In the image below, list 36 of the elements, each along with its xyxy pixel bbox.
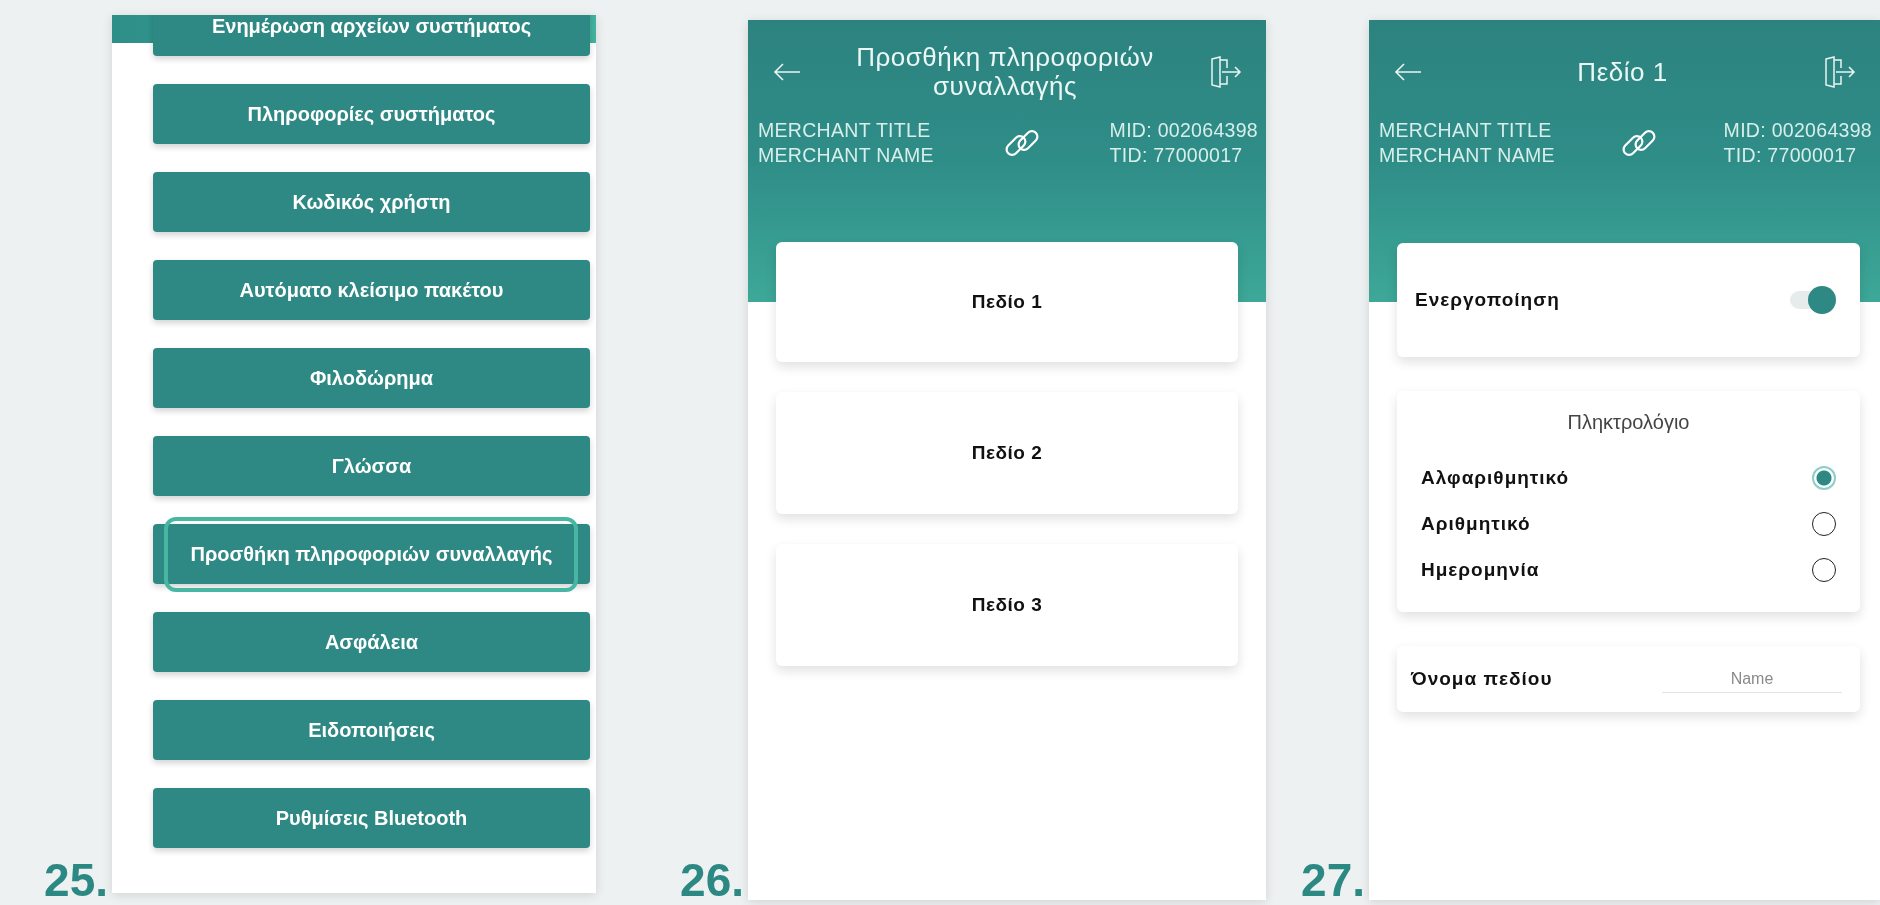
menu-button[interactable]: Πληροφορίες συστήματος bbox=[153, 84, 590, 144]
step-number: 26. bbox=[680, 857, 745, 905]
exit-icon[interactable] bbox=[1822, 56, 1856, 88]
merchant-title: MERCHANT TITLE bbox=[758, 118, 932, 143]
step-number: 27. bbox=[1301, 857, 1366, 905]
field-list-item[interactable]: Πεδίο 1 bbox=[776, 242, 1238, 362]
screen-title: Προσθήκη πληροφοριών συναλλαγής bbox=[855, 43, 1155, 101]
exit-icon[interactable] bbox=[1208, 56, 1242, 88]
screen-title: Πεδίο 1 bbox=[1576, 57, 1669, 87]
back-arrow-icon[interactable] bbox=[772, 62, 802, 82]
menu-button[interactable]: Ρυθμίσεις Bluetooth bbox=[153, 788, 590, 848]
radio-label: Αλφαριθμητικό bbox=[1421, 467, 1570, 489]
merchant-name: MERCHANT NAME bbox=[758, 143, 934, 168]
field-list-item[interactable]: Πεδίο 2 bbox=[776, 392, 1238, 514]
radio-label: Αριθμητικό bbox=[1421, 513, 1531, 535]
field-label: Όνομα πεδίου bbox=[1411, 668, 1553, 690]
toggle-label: Ενεργοποίηση bbox=[1415, 289, 1560, 311]
menu-button[interactable]: Αυτόματο κλείσιμο πακέτου bbox=[153, 260, 590, 320]
merchant-id: MID: 002064398 bbox=[1109, 118, 1258, 143]
step-number: 25. bbox=[44, 857, 109, 905]
menu-button[interactable]: Γλώσσα bbox=[153, 436, 590, 496]
menu-button[interactable]: Φιλοδώρημα bbox=[153, 348, 590, 408]
menu-button[interactable]: Ειδοποιήσεις bbox=[153, 700, 590, 760]
menu-button[interactable]: Προσθήκη πληροφοριών συναλλαγής bbox=[153, 524, 590, 584]
terminal-id: TID: 77000017 bbox=[1723, 143, 1858, 168]
field-list-item[interactable]: Πεδίο 3 bbox=[776, 544, 1238, 666]
back-arrow-icon[interactable] bbox=[1393, 62, 1423, 82]
menu-button[interactable]: Ασφάλεια bbox=[153, 612, 590, 672]
menu-button[interactable]: Ενημέρωση αρχείων συστήματος bbox=[153, 15, 590, 56]
terminal-id: TID: 77000017 bbox=[1109, 143, 1244, 168]
menu-button[interactable]: Κωδικός χρήστη bbox=[153, 172, 590, 232]
merchant-id: MID: 002064398 bbox=[1723, 118, 1872, 143]
merchant-name: MERCHANT NAME bbox=[1379, 143, 1555, 168]
merchant-title: MERCHANT TITLE bbox=[1379, 118, 1553, 143]
section-heading: Πληκτρολόγιο bbox=[1566, 411, 1691, 434]
radio-label: Ημερομηνία bbox=[1421, 559, 1540, 581]
